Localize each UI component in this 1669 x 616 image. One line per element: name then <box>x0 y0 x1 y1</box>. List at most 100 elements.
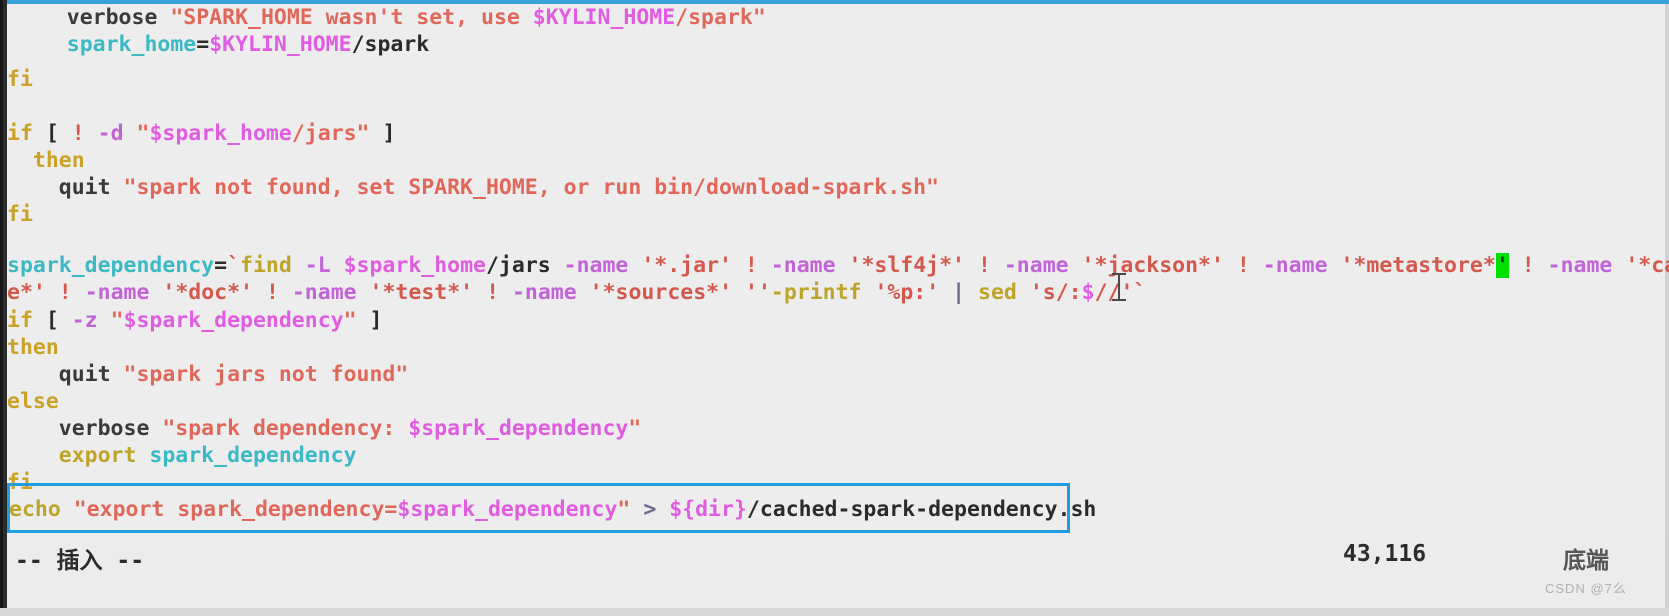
code-token: ` <box>227 253 241 278</box>
csdn-watermark: CSDN @7么 <box>1545 581 1627 596</box>
code-token: "export spark_dependency= <box>73 497 398 522</box>
code-token: " <box>343 308 357 333</box>
code-token: /spark <box>351 32 430 57</box>
code-token: fi <box>7 67 33 92</box>
code-line[interactable]: fi <box>7 469 33 496</box>
code-token: verbose <box>66 5 171 30</box>
code-token: " <box>136 121 150 146</box>
code-line[interactable]: e*' ! -name '*doc*' ! -name '*test*' ! -… <box>7 279 1146 306</box>
code-token: ! <box>1521 253 1535 278</box>
code-token: " <box>617 497 631 522</box>
code-token: "spark jars not found" <box>123 362 409 387</box>
code-token: /jars" <box>291 121 370 146</box>
code-token: then <box>32 148 85 173</box>
code-token: '*doc*' <box>162 280 253 305</box>
code-token: " <box>628 416 642 441</box>
cursor-position-indicator: 43,116 <box>1343 541 1427 567</box>
code-line[interactable]: fi <box>7 66 33 93</box>
code-token: -name <box>563 253 629 278</box>
code-token: quit <box>58 362 124 387</box>
vim-block-cursor: ' <box>1495 253 1509 278</box>
code-token: spark_dependency <box>149 443 357 468</box>
code-line[interactable]: fi <box>7 201 33 228</box>
code-line[interactable]: else <box>7 388 59 415</box>
code-token: verbose <box>58 416 163 441</box>
code-token: quit <box>58 175 124 200</box>
code-line[interactable]: if [ -z "$spark_dependency" ] <box>7 307 382 334</box>
code-token: -d <box>97 121 124 146</box>
code-token: $spark_home <box>149 121 292 146</box>
code-token: spark_dependency <box>7 253 215 278</box>
file-location-indicator: 底端 <box>1563 548 1609 574</box>
code-line[interactable]: spark_dependency=`find -L $spark_home/ja… <box>7 252 1669 279</box>
code-token: $KYLIN_HOME <box>532 5 676 30</box>
code-token: = <box>214 253 228 278</box>
code-token: "spark not found, set SPARK_HOME, or run… <box>123 175 939 200</box>
code-token: '*.jar' <box>641 253 732 278</box>
code-token: -name <box>291 280 357 305</box>
code-token: export <box>58 443 137 468</box>
code-token: fi <box>7 202 33 227</box>
code-token: -name <box>1262 253 1328 278</box>
code-token: ! <box>265 280 279 305</box>
code-token: $spark_dependency <box>397 497 618 522</box>
code-token: $ <box>1081 280 1095 305</box>
code-token: find <box>240 253 292 278</box>
code-token: -z <box>71 308 98 333</box>
code-token: then <box>7 335 59 360</box>
code-line[interactable]: if [ ! -d "$spark_home/jars" ] <box>7 120 395 147</box>
code-editor-area[interactable]: verbose "SPARK_HOME wasn't set, use $KYL… <box>7 4 1669 533</box>
code-token: '*sources*' <box>589 280 733 305</box>
code-token: '*calcit <box>1625 253 1669 278</box>
code-token: ] <box>356 308 383 333</box>
code-token: spark_home <box>66 32 197 57</box>
code-token: '*metastore* <box>1340 253 1496 278</box>
code-line[interactable]: spark_home=$KYLIN_HOME/spark <box>15 31 429 58</box>
code-token: $spark_dependency <box>408 416 629 441</box>
code-token: '%p:' <box>874 280 940 305</box>
code-token: '' <box>745 280 771 305</box>
code-line[interactable]: export spark_dependency <box>7 442 357 469</box>
code-line[interactable]: verbose "spark dependency: $spark_depend… <box>7 415 642 442</box>
code-line[interactable]: verbose "SPARK_HOME wasn't set, use $KYL… <box>15 4 766 31</box>
code-line[interactable]: quit "spark jars not found" <box>7 361 409 388</box>
code-token: | <box>952 280 966 305</box>
code-line[interactable]: quit "spark not found, set SPARK_HOME, o… <box>7 174 939 201</box>
code-token: if <box>7 121 33 146</box>
code-line[interactable]: then <box>7 334 59 361</box>
code-token: ${dir} <box>669 497 747 522</box>
code-line[interactable]: echo "export spark_dependency=$spark_dep… <box>9 496 1096 523</box>
code-token: ! <box>1236 253 1250 278</box>
code-line[interactable]: then <box>7 147 85 174</box>
code-token: $spark_home <box>343 253 486 278</box>
code-token: //' <box>1094 280 1134 305</box>
